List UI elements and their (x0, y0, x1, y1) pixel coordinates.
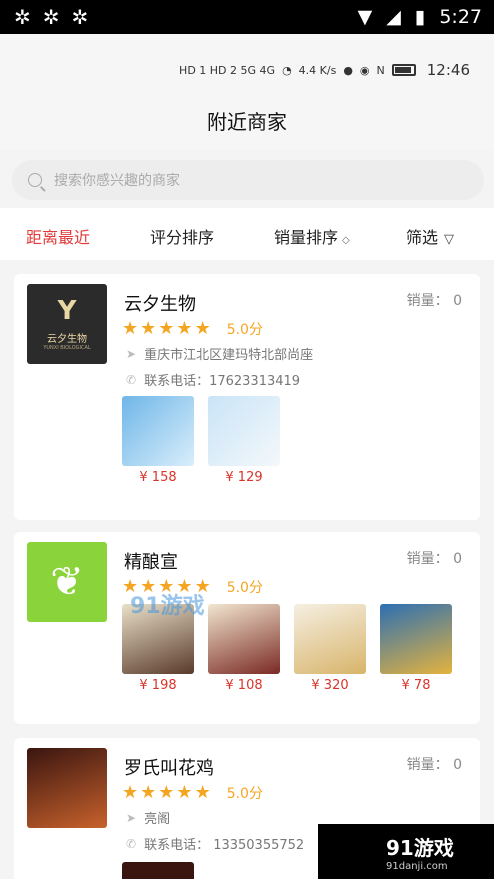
system-time: 5:27 (439, 6, 482, 28)
nfc-icon: N (376, 63, 385, 77)
shop-name: 罗氏叫花鸡 (124, 758, 214, 779)
product-item[interactable]: ¥ 129 (208, 396, 280, 485)
shop-sales: 销量： 0 (406, 551, 462, 567)
product-image[interactable] (122, 862, 194, 879)
star-icon: ★ (140, 782, 157, 803)
logo-mark-icon: Y (57, 295, 77, 326)
product-image (208, 396, 280, 466)
page-title: 附近商家 (207, 110, 287, 134)
shop-logo (27, 748, 107, 828)
shop-logo: Y 云夕生物 YUNXI BIOLOGICAL (27, 284, 107, 364)
filter-icon: ▽ (444, 232, 455, 247)
shop-name: 云夕生物 (124, 294, 196, 315)
notification-icon: ✲ (71, 5, 89, 29)
rating-value: 5.0分 (226, 321, 263, 338)
wechat-icon: ● (343, 63, 353, 77)
sort-arrow-icon: ◇ (342, 235, 350, 246)
wifi-icon: ▼ (357, 6, 373, 28)
watermark: 91游戏 (130, 594, 205, 619)
product-item[interactable]: ¥ 78 (380, 604, 452, 693)
system-right-icons: ▼ ◢ ▮ 5:27 (358, 6, 482, 28)
logo-subtext: YUNXI BIOLOGICAL (43, 344, 91, 351)
star-icon: ★ (176, 782, 193, 803)
signal-icon: ◢ (386, 6, 401, 28)
product-price: ¥ 320 (311, 678, 349, 693)
shop-address: ➤ 亮阁 (126, 810, 171, 828)
watermark-badge: 91游戏 91danji.com (318, 824, 494, 879)
tab-rating[interactable]: 评分排序 (150, 224, 214, 248)
tab-distance[interactable]: 距离最近 (26, 224, 90, 248)
shop-rating: ★ ★ ★ ★ ★ 5.0分 (122, 318, 263, 339)
product-image (122, 396, 194, 466)
inner-status-bar: HD 1 HD 2 5G 4G ◔ 4.4 K/s ● ◉ N 12:46 (0, 52, 494, 88)
product-image (380, 604, 452, 674)
product-price: ¥ 78 (401, 678, 431, 693)
product-price: ¥ 129 (225, 470, 263, 485)
notification-icon: ✲ (42, 5, 60, 29)
star-icon: ★ (176, 318, 193, 339)
eye-icon: ◉ (359, 63, 370, 77)
notification-icon: ✲ (14, 5, 31, 29)
search-placeholder: 搜索你感兴趣的商家 (54, 173, 180, 189)
star-icon: ★ (140, 318, 157, 339)
product-price: ¥ 108 (225, 678, 263, 693)
sort-bar: 距离最近 评分排序 销量排序 ◇ 筛选 ▽ (0, 208, 494, 260)
battery-icon (391, 64, 416, 76)
location-icon: ➤ (126, 810, 137, 825)
star-icon: ★ (122, 318, 139, 339)
net-speed: 4.4 K/s (298, 63, 337, 77)
shop-card[interactable]: ❦ 精酿宣 销量： 0 ★ ★ ★ ★ ★ 5.0分 ¥ 198 ¥ 108 ¥ 320… (14, 532, 480, 724)
phone-icon: ✆ (126, 372, 137, 387)
search-icon (28, 173, 42, 187)
watermark-title: 91游戏 (386, 835, 454, 860)
shop-logo: ❦ (27, 542, 107, 622)
phone-icon: ✆ (126, 836, 137, 851)
network-indicators: HD 1 HD 2 5G 4G (179, 63, 276, 77)
product-list: ¥ 158 ¥ 129 (122, 396, 280, 485)
sprout-icon: ❦ (50, 559, 84, 605)
search-input[interactable]: 搜索你感兴趣的商家 (12, 160, 484, 200)
inner-time: 12:46 (426, 61, 470, 79)
product-item[interactable]: ¥ 158 (122, 396, 194, 485)
wifi-icon: ◔ (282, 63, 292, 77)
star-icon: ★ (122, 782, 139, 803)
tab-filter[interactable]: 筛选 ▽ (406, 224, 454, 248)
battery-icon: ▮ (414, 6, 426, 28)
shop-rating: ★ ★ ★ ★ ★ 5.0分 (122, 782, 263, 803)
product-price: ¥ 198 (139, 678, 177, 693)
rating-value: 5.0分 (226, 785, 263, 802)
location-icon: ➤ (126, 346, 137, 361)
shop-phone[interactable]: ✆ 联系电话：17623313419 (126, 370, 300, 390)
star-icon: ★ (158, 318, 175, 339)
product-image (294, 604, 366, 674)
star-icon: ★ (158, 782, 175, 803)
shop-phone[interactable]: ✆ 联系电话： 13350355752 (126, 834, 304, 854)
shop-card[interactable]: Y 云夕生物 YUNXI BIOLOGICAL 云夕生物 销量： 0 ★ ★ ★ ★ ★… (14, 274, 480, 520)
product-item[interactable]: ¥ 320 (294, 604, 366, 693)
star-icon: ★ (194, 782, 211, 803)
shop-sales: 销量： 0 (406, 293, 462, 309)
tab-sales[interactable]: 销量排序 ◇ (274, 224, 350, 248)
system-status-bar: ✲ ✲ ✲ ▼ ◢ ▮ 5:27 (0, 0, 494, 34)
shop-address: ➤ 重庆市江北区建玛特北部尚座 (126, 346, 314, 364)
watermark-url: 91danji.com (386, 860, 448, 872)
shop-sales: 销量： 0 (406, 757, 462, 773)
logo-text: 云夕生物 (47, 333, 87, 345)
shop-name: 精酿宣 (124, 552, 178, 573)
star-icon: ★ (194, 318, 211, 339)
notification-icons: ✲ ✲ ✲ (14, 7, 88, 27)
product-price: ¥ 158 (139, 470, 177, 485)
